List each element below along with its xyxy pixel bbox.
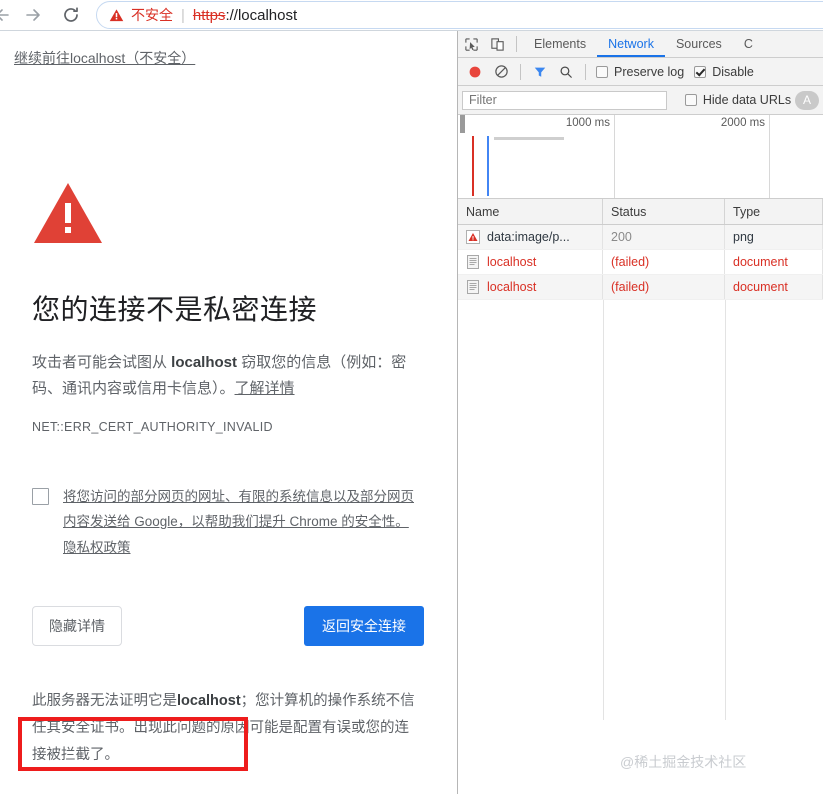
warning-desc-host: localhost — [171, 354, 238, 371]
toolbar-divider-1 — [520, 63, 521, 80]
tab-console[interactable]: C — [733, 31, 764, 57]
reload-icon[interactable] — [56, 1, 86, 29]
detail-host: localhost — [177, 693, 241, 709]
forward-arrow-icon[interactable] — [18, 1, 48, 29]
timeline-event-blue — [487, 136, 489, 196]
row-status-cell: 200 — [603, 225, 725, 249]
hide-details-button[interactable]: 隐藏详情 — [32, 606, 122, 646]
search-icon[interactable] — [553, 59, 579, 85]
network-table-empty-area — [458, 300, 823, 720]
tab-network[interactable]: Network — [597, 31, 665, 57]
row-name-text: localhost — [487, 280, 537, 294]
network-filter-bar: Hide data URLs A — [458, 86, 823, 115]
url-scheme: https — [192, 6, 226, 24]
address-bar[interactable]: 不安全 | https://localhost — [96, 1, 823, 29]
optin-checkbox[interactable] — [32, 488, 49, 505]
hide-data-urls-label: Hide data URLs — [702, 93, 792, 107]
warning-triangle-icon — [109, 8, 124, 23]
tabbar-divider — [516, 36, 517, 52]
warning-description: 攻击者可能会试图从 localhost 窃取您的信息（例如：密码、通讯内容或信用… — [32, 350, 422, 402]
preserve-log-box — [596, 65, 608, 78]
filter-funnel-icon[interactable] — [527, 59, 553, 85]
type-filter-pill[interactable]: A — [795, 90, 819, 110]
table-row[interactable]: localhost (failed) document — [458, 275, 823, 300]
network-toolbar: Preserve log Disable — [458, 58, 823, 86]
watermark: @稀土掘金技术社区 — [620, 754, 747, 770]
optin-label: 将您访问的部分网页的网址、有限的系统信息以及部分网页 内容发送给 Google，… — [63, 484, 414, 560]
device-toolbar-icon[interactable] — [484, 31, 510, 57]
disable-cache-label: Disable — [712, 64, 754, 79]
document-icon — [466, 280, 480, 294]
disable-cache-checkbox[interactable]: Disable — [694, 65, 754, 79]
browser-window: 不安全 | https://localhost 您的连接不是私密连接 攻击者可能… — [0, 0, 823, 794]
warning-desc-prefix: 攻击者可能会试图从 — [32, 354, 172, 371]
error-code: NET::ERR_CERT_AUTHORITY_INVALID — [32, 420, 273, 434]
back-to-safety-button[interactable]: 返回安全连接 — [304, 606, 424, 646]
red-warning-triangle-icon — [32, 181, 425, 250]
url-text: https://localhost — [193, 7, 297, 24]
timeline-handle[interactable] — [460, 115, 465, 133]
optin-line-2: 内容发送给 Google，以帮助我们提升 Chrome 的安全性。 — [63, 514, 409, 529]
row-name-text: localhost — [487, 255, 537, 269]
row-status-cell: (failed) — [603, 275, 725, 299]
preserve-log-checkbox[interactable]: Preserve log — [596, 65, 684, 79]
hide-data-urls-checkbox[interactable]: Hide data URLs — [684, 93, 792, 107]
network-overview-timeline[interactable]: 1000 ms 2000 ms — [458, 115, 823, 199]
timeline-request-bar — [494, 137, 564, 140]
column-divider-2 — [725, 300, 726, 720]
document-icon — [466, 255, 480, 269]
proceed-unsafe-link[interactable]: 继续前往localhost（不安全） — [14, 48, 195, 68]
hide-data-urls-box — [684, 94, 697, 106]
row-type-cell: document — [725, 275, 823, 299]
devtools-panel: Elements Network Sources C Preserve log … — [457, 31, 823, 794]
learn-more-link[interactable]: 了解详情 — [235, 380, 295, 397]
timeline-gridline-2000 — [769, 115, 770, 198]
record-button-icon[interactable] — [462, 59, 488, 85]
back-arrow-icon[interactable] — [0, 1, 18, 29]
row-status-cell: (failed) — [603, 250, 725, 274]
network-table-header: Name Status Type — [458, 199, 823, 225]
row-type-cell: png — [725, 225, 823, 249]
disable-cache-box — [694, 65, 707, 78]
table-row[interactable]: data:image/p... 200 png — [458, 225, 823, 250]
row-name-cell: localhost — [458, 275, 603, 299]
safe-browsing-optin[interactable]: 将您访问的部分网页的网址、有限的系统信息以及部分网页 内容发送给 Google，… — [32, 484, 425, 560]
row-type-cell: document — [725, 250, 823, 274]
timeline-gridline-1000 — [614, 115, 615, 198]
row-name-cell: localhost — [458, 250, 603, 274]
devtools-tabbar: Elements Network Sources C — [458, 31, 823, 58]
image-warning-icon — [466, 230, 480, 244]
interstitial-button-row: 隐藏详情 返回安全连接 — [32, 606, 424, 646]
timeline-event-red — [472, 136, 474, 196]
tab-elements[interactable]: Elements — [523, 31, 597, 57]
column-header-type[interactable]: Type — [725, 199, 823, 224]
timeline-label-2000ms: 2000 ms — [720, 117, 765, 129]
column-divider-1 — [603, 300, 604, 720]
url-host: ://localhost — [225, 6, 298, 24]
page-title: 您的连接不是私密连接 — [32, 294, 318, 325]
proceed-highlight-box — [18, 717, 248, 771]
preserve-log-label: Preserve log — [614, 64, 685, 79]
column-header-status[interactable]: Status — [603, 199, 725, 224]
detail-prefix: 此服务器无法证明它是 — [32, 693, 177, 709]
timeline-label-1000ms: 1000 ms — [565, 117, 610, 129]
not-secure-label: 不安全 — [131, 7, 173, 23]
filter-input[interactable] — [462, 90, 667, 110]
clear-icon[interactable] — [488, 59, 514, 85]
row-name-text: data:image/p... — [487, 230, 570, 244]
row-name-cell: data:image/p... — [458, 225, 603, 249]
inspect-element-icon[interactable] — [458, 31, 484, 57]
ssl-interstitial-page: 您的连接不是私密连接 攻击者可能会试图从 localhost 窃取您的信息（例如… — [0, 31, 457, 794]
privacy-policy-link[interactable]: 隐私权政策 — [63, 535, 414, 560]
omnibox-separator: | — [181, 6, 185, 24]
column-header-name[interactable]: Name — [458, 199, 603, 224]
optin-line-1: 将您访问的部分网页的网址、有限的系统信息以及部分网页 — [63, 489, 414, 504]
tab-sources[interactable]: Sources — [665, 31, 733, 57]
table-row[interactable]: localhost (failed) document — [458, 250, 823, 275]
toolbar-divider-2 — [585, 63, 586, 80]
